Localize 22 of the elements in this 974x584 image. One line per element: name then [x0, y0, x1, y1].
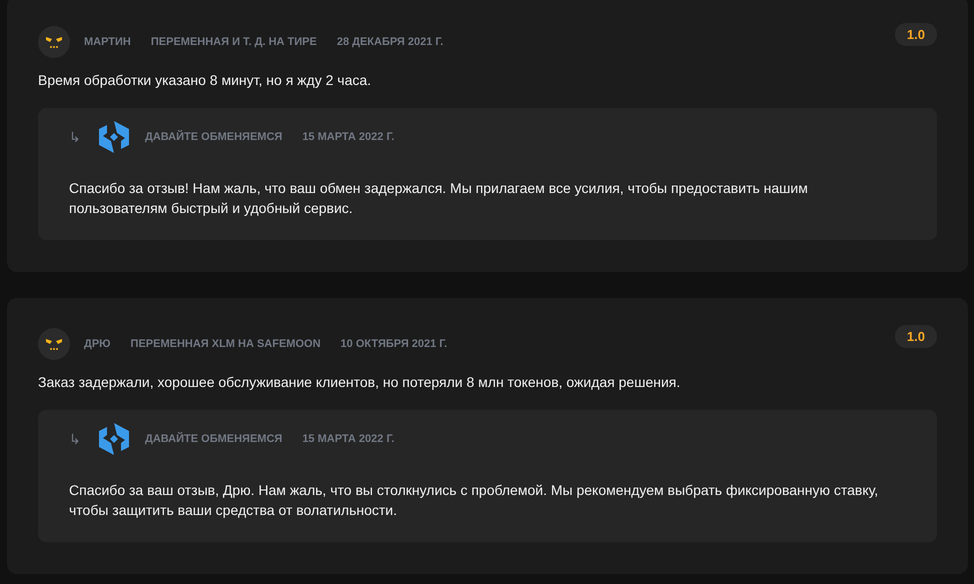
reply-arrow: ↳	[69, 431, 82, 447]
reply-date: 15 МАРТА 2022 Г.	[302, 433, 394, 445]
reply-arrow: ↳	[69, 129, 82, 145]
rating-badge: 1.0	[894, 324, 937, 348]
reply-date: 15 МАРТА 2022 Г.	[302, 131, 394, 143]
exchange-pair: ПЕРЕМЕННАЯ XLM НА SAFEMOON	[130, 338, 321, 350]
reply-text: Спасибо за ваш отзыв, Дрю. Нам жаль, что вы столкнулись с проблемой. Мы рекомендуем выбрать фиксированную ставку, чтобы защитить ваши средства от волатильности.	[69, 481, 880, 520]
avatar-icon	[38, 26, 70, 58]
avatar-icon	[38, 328, 70, 360]
author-name: МАРТИН	[84, 36, 131, 48]
review-text: Время обработки указано 8 минут, но я жду 2 часа.	[38, 72, 372, 88]
review-date: 10 ОКТЯБРЯ 2021 Г.	[340, 338, 448, 350]
review-text: Заказ задержали, хорошее обслуживание клиентов, но потеряли 8 млн токенов, ожидая решения.	[38, 374, 682, 390]
logo-icon	[99, 121, 129, 153]
reply-text: Спасибо за отзыв! Нам жаль, что ваш обмен задержался. Мы прилагаем все усилия, чтобы предоставить нашим пользователям быстрый и удобный сервис.	[69, 179, 809, 218]
exchange-pair: ПЕРЕМЕННАЯ И Т. Д. НА ТИРЕ	[150, 36, 317, 48]
reply-author: ДАВАЙТЕ ОБМЕНЯЕМСЯ	[145, 131, 282, 143]
review-date: 28 ДЕКАБРЯ 2021 Г.	[336, 36, 444, 48]
logo-icon	[99, 423, 129, 455]
rating-badge: 1.0	[894, 22, 937, 46]
reply-author: ДАВАЙТЕ ОБМЕНЯЕМСЯ	[145, 433, 282, 445]
author-name: ДРЮ	[84, 338, 111, 350]
